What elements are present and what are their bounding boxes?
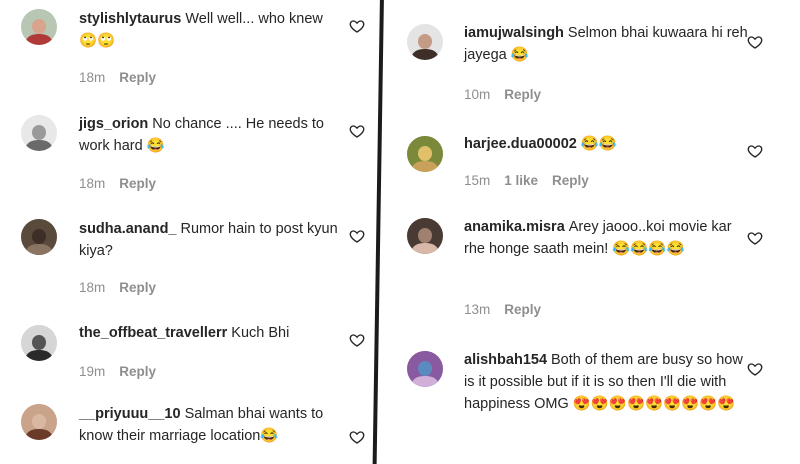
reply-button[interactable]: Reply	[119, 280, 156, 295]
comment-time: 18m	[79, 70, 106, 85]
comment-time: 18m	[79, 176, 106, 191]
comment-meta: 15m 1 like Reply	[464, 173, 603, 188]
right-comment-panel: iamujwalsingh Selmon bhai kuwaara hi reh …	[389, 0, 800, 457]
comment-body: harjee.dua00002 😂😂	[464, 133, 754, 155]
reply-button[interactable]: Reply	[504, 87, 541, 102]
reply-button[interactable]: Reply	[119, 70, 156, 85]
comment-username[interactable]: sudha.anand_	[79, 221, 177, 237]
comment-username[interactable]: anamika.misra	[464, 219, 565, 235]
avatar[interactable]	[21, 115, 57, 151]
reply-button[interactable]: Reply	[504, 302, 541, 317]
avatar[interactable]	[21, 9, 57, 45]
heart-outline-icon[interactable]	[349, 18, 365, 34]
reply-button[interactable]: Reply	[552, 173, 589, 188]
heart-outline-icon[interactable]	[747, 361, 763, 377]
heart-outline-icon[interactable]	[349, 429, 365, 445]
reply-button[interactable]: Reply	[119, 364, 156, 379]
comment-body: stylishlytaurus Well well... who knew 🙄🙄	[79, 8, 341, 52]
comment-body: jigs_orion No chance .... He needs to wor…	[79, 113, 341, 157]
comment-body: anamika.misra Arey jaooo..koi movie kar r…	[464, 216, 754, 260]
avatar[interactable]	[407, 136, 443, 172]
comment-body: the_offbeat_travellerr Kuch Bhi	[79, 322, 341, 344]
comment-username[interactable]: __priyuuu__10	[79, 406, 181, 422]
reply-button[interactable]: Reply	[119, 176, 156, 191]
heart-outline-icon[interactable]	[349, 123, 365, 139]
comment-text: Kuch Bhi	[231, 325, 290, 341]
comment-likes[interactable]: 1 like	[504, 173, 538, 188]
comment-username[interactable]: jigs_orion	[79, 116, 148, 132]
heart-outline-icon[interactable]	[349, 228, 365, 244]
comment-text: 😂😂	[580, 136, 617, 152]
comment-username[interactable]: stylishlytaurus	[79, 11, 181, 27]
avatar[interactable]	[407, 351, 443, 387]
comment-meta: 13m Reply	[464, 302, 555, 317]
comment-time: 15m	[464, 173, 491, 188]
comment-time: 13m	[464, 302, 491, 317]
comment-username[interactable]: iamujwalsingh	[464, 25, 564, 41]
heart-outline-icon[interactable]	[747, 143, 763, 159]
comment-body: iamujwalsingh Selmon bhai kuwaara hi reh …	[464, 22, 754, 66]
comment-time: 19m	[79, 364, 106, 379]
comment-username[interactable]: alishbah154	[464, 352, 547, 368]
comment-time: 18m	[79, 280, 106, 295]
comment-meta: 10m Reply	[464, 87, 555, 102]
comment-meta: 19m Reply	[79, 364, 170, 379]
comment-body: alishbah154 Both of them are busy so how …	[464, 349, 754, 415]
comment-body: sudha.anand_ Rumor hain to post kyun kiya…	[79, 218, 341, 262]
comment-username[interactable]: the_offbeat_travellerr	[79, 325, 227, 341]
comment-meta: 18m Reply	[79, 70, 170, 85]
left-comment-panel: stylishlytaurus Well well... who knew 🙄🙄 1…	[0, 0, 380, 457]
heart-outline-icon[interactable]	[747, 230, 763, 246]
avatar[interactable]	[407, 24, 443, 60]
comment-meta: 18m Reply	[79, 176, 170, 191]
heart-outline-icon[interactable]	[349, 332, 365, 348]
comment-meta: 18m Reply	[79, 280, 170, 295]
avatar[interactable]	[21, 219, 57, 255]
comment-body: __priyuuu__10 Salman bhai wants to know t…	[79, 403, 341, 447]
heart-outline-icon[interactable]	[747, 34, 763, 50]
avatar[interactable]	[407, 218, 443, 254]
comment-time: 10m	[464, 87, 491, 102]
comment-username[interactable]: harjee.dua00002	[464, 136, 577, 152]
avatar[interactable]	[21, 404, 57, 440]
avatar[interactable]	[21, 325, 57, 361]
